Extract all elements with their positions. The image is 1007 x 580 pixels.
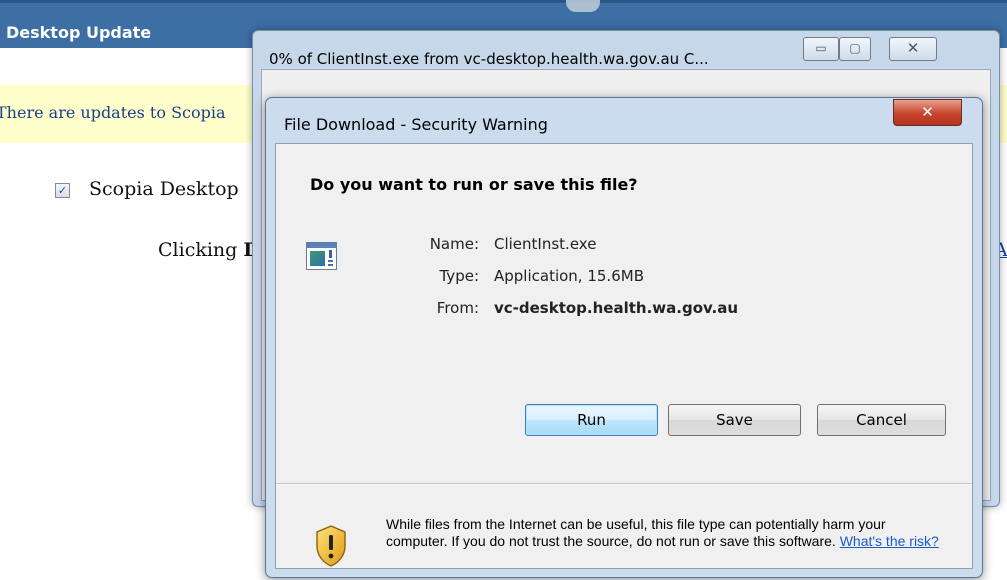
minimize-button[interactable]: ▭ — [803, 37, 839, 61]
security-warning-dialog: File Download - Security Warning ✕ Do yo… — [265, 97, 983, 578]
name-value: ClientInst.exe — [494, 235, 597, 253]
header-logo — [566, 0, 600, 12]
dialog-body: Do you want to run or save this file? Na… — [275, 143, 973, 569]
maximize-button[interactable]: ▢ — [839, 37, 871, 61]
type-value: Application, 15.6MB — [494, 267, 644, 285]
progress-close-button[interactable]: ✕ — [889, 37, 937, 61]
dialog-close-button[interactable]: ✕ — [893, 99, 962, 126]
update-banner-text: There are updates to Scopia — [0, 103, 226, 122]
shield-warning-icon — [316, 525, 346, 567]
run-button[interactable]: Run — [525, 404, 658, 436]
application-icon — [306, 242, 337, 270]
warning-message: While files from the Internet can be use… — [386, 516, 939, 549]
page-title: Desktop Update — [6, 23, 152, 42]
dialog-divider — [276, 483, 972, 485]
name-label: Name: — [429, 235, 479, 253]
progress-window-title: 0% of ClientInst.exe from vc-desktop.hea… — [269, 50, 709, 68]
dialog-title: File Download - Security Warning — [284, 115, 548, 134]
scopia-desktop-checkbox[interactable]: ✓ — [55, 183, 70, 198]
from-label: From: — [436, 299, 479, 317]
cancel-button[interactable]: Cancel — [817, 404, 946, 436]
dialog-question: Do you want to run or save this file? — [310, 175, 638, 194]
type-label: Type: — [439, 267, 479, 285]
from-value: vc-desktop.health.wa.gov.au — [494, 299, 739, 317]
scopia-desktop-checkbox-label: Scopia Desktop — [89, 178, 239, 200]
whats-the-risk-link[interactable]: What's the risk? — [840, 533, 939, 549]
clicking-instruction-text: Clicking D — [158, 239, 260, 261]
save-button[interactable]: Save — [668, 404, 801, 436]
